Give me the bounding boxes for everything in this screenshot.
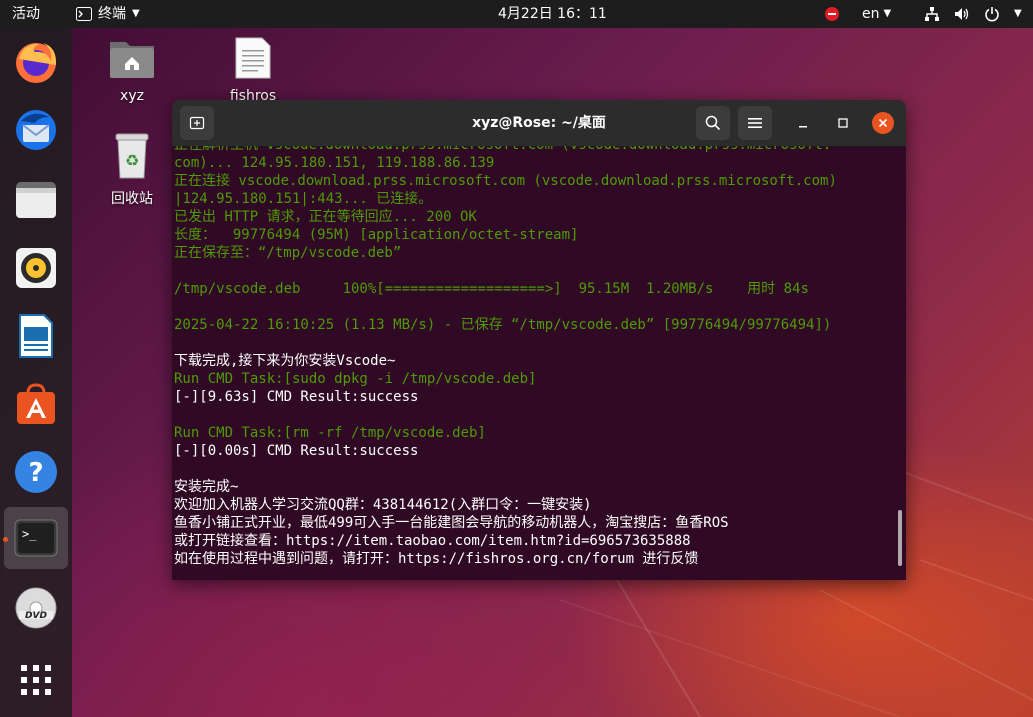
terminal-line: 安装完成~	[174, 479, 239, 495]
maximize-icon	[838, 118, 848, 128]
firefox-icon[interactable]	[12, 38, 60, 86]
dvd-icon[interactable]: DVD	[12, 584, 60, 632]
terminal-line: 正在保存至：“/tmp/vscode.deb”	[174, 245, 402, 261]
maximize-button[interactable]	[832, 112, 854, 134]
terminal-app-icon	[76, 7, 92, 21]
terminal-line: 长度： 99776494 (95M) [application/octet-st…	[174, 227, 579, 243]
app-menu-label: 终端	[98, 6, 126, 22]
software-center-icon[interactable]	[12, 380, 60, 428]
input-method-menu[interactable]: en ▼	[862, 0, 891, 28]
terminal-lines: 正在解析主机 vscode.download.prss.microsoft.co…	[174, 146, 894, 568]
app-menu[interactable]: 终端 ▼	[76, 0, 140, 28]
chevron-down-icon: ▼	[1014, 8, 1022, 19]
close-button[interactable]	[872, 112, 894, 134]
chevron-down-icon: ▼	[883, 8, 892, 19]
menu-button[interactable]	[738, 106, 772, 140]
minimize-button[interactable]	[792, 112, 814, 134]
terminal-line: [-][0.00s] CMD Result:success	[174, 443, 419, 459]
volume-icon	[955, 8, 969, 20]
terminal-line: 鱼香小铺正式开业，最低499可入手一台能建图会导航的移动机器人，淘宝搜店：鱼香R…	[174, 515, 729, 531]
desktop-icon-label: 回收站	[111, 191, 153, 207]
close-icon	[878, 118, 888, 128]
svg-text:?: ?	[28, 458, 43, 488]
system-tray[interactable]: ▼	[924, 0, 1022, 28]
terminal-line: |124.95.180.151|:443... 已连接。	[174, 191, 433, 207]
terminal-line: Run CMD Task:[sudo dpkg -i /tmp/vscode.d…	[174, 371, 537, 387]
terminal-line: 正在解析主机 vscode.download.prss.microsoft.co…	[174, 146, 894, 154]
title-bar[interactable]: xyz@Rose: ~/桌面	[172, 100, 906, 147]
search-icon	[705, 115, 721, 131]
dock: ? >_ DVD	[0, 28, 72, 717]
text-file-icon	[235, 37, 271, 79]
show-apps-icon[interactable]	[12, 656, 60, 704]
terminal-window[interactable]: xyz@Rose: ~/桌面 com)... 124.95.180.151, 1…	[172, 100, 906, 580]
desktop-icon-label: xyz	[120, 88, 144, 104]
notification-indicator[interactable]	[824, 0, 840, 28]
do-not-disturb-icon	[825, 7, 839, 21]
terminal-icon[interactable]: >_	[12, 514, 60, 562]
terminal-line: /tmp/vscode.deb 100%[===================…	[174, 281, 809, 297]
terminal-line: Run CMD Task:[rm -rf /tmp/vscode.deb]	[174, 425, 486, 441]
search-button[interactable]	[696, 106, 730, 140]
help-icon[interactable]: ?	[12, 448, 60, 496]
terminal-line: 正在连接 vscode.download.prss.microsoft.com …	[174, 173, 837, 189]
clock[interactable]: 4月22日 16：11	[498, 0, 607, 28]
svg-text:♻: ♻	[125, 151, 139, 170]
terminal-line: 2025-04-22 16:10:25 (1.13 MB/s) - 已保存 “/…	[174, 317, 832, 333]
terminal-line: [-][9.63s] CMD Result:success	[174, 389, 419, 405]
desktop-icon-fishros[interactable]: fishros	[218, 36, 288, 104]
terminal-line: com)... 124.95.180.151, 119.188.86.139	[174, 155, 495, 171]
input-method-label: en	[862, 6, 880, 22]
desktop-icon-trash[interactable]: ♻ 回收站	[97, 132, 167, 208]
thunderbird-icon[interactable]	[12, 106, 60, 154]
trash-icon: ♻	[115, 133, 149, 179]
minimize-icon	[799, 126, 807, 128]
activities-button[interactable]: 活动	[12, 0, 40, 28]
power-icon	[985, 7, 999, 22]
terminal-line: 已发出 HTTP 请求，正在等待回应... 200 OK	[174, 209, 477, 225]
home-folder-icon	[110, 42, 154, 78]
terminal-output[interactable]: 正在解析主机 vscode.download.prss.microsoft.co…	[172, 146, 894, 580]
terminal-line: 下载完成,接下来为你安装Vscode~	[174, 353, 396, 369]
files-icon[interactable]	[12, 176, 60, 224]
scrollbar[interactable]	[898, 510, 902, 566]
terminal-line: 欢迎加入机器人学习交流QQ群：438144612(入群口令：一键安装)	[174, 497, 592, 513]
svg-text:DVD: DVD	[25, 611, 47, 621]
desktop-icon-home[interactable]: xyz	[97, 36, 167, 104]
terminal-line: 如在使用过程中遇到问题，请打开：https://fishros.org.cn/f…	[174, 551, 699, 567]
running-indicator	[3, 537, 8, 542]
chevron-down-icon: ▼	[132, 8, 140, 19]
terminal-line: 或打开链接查看：https://item.taobao.com/item.htm…	[174, 533, 691, 549]
hamburger-menu-icon	[748, 118, 762, 128]
network-icon	[925, 7, 939, 21]
libreoffice-writer-icon[interactable]	[12, 312, 60, 360]
top-bar: 活动 终端 ▼ 4月22日 16：11 en ▼ ▼	[0, 0, 1033, 28]
rhythmbox-icon[interactable]	[12, 244, 60, 292]
svg-text:>_: >_	[22, 527, 37, 541]
